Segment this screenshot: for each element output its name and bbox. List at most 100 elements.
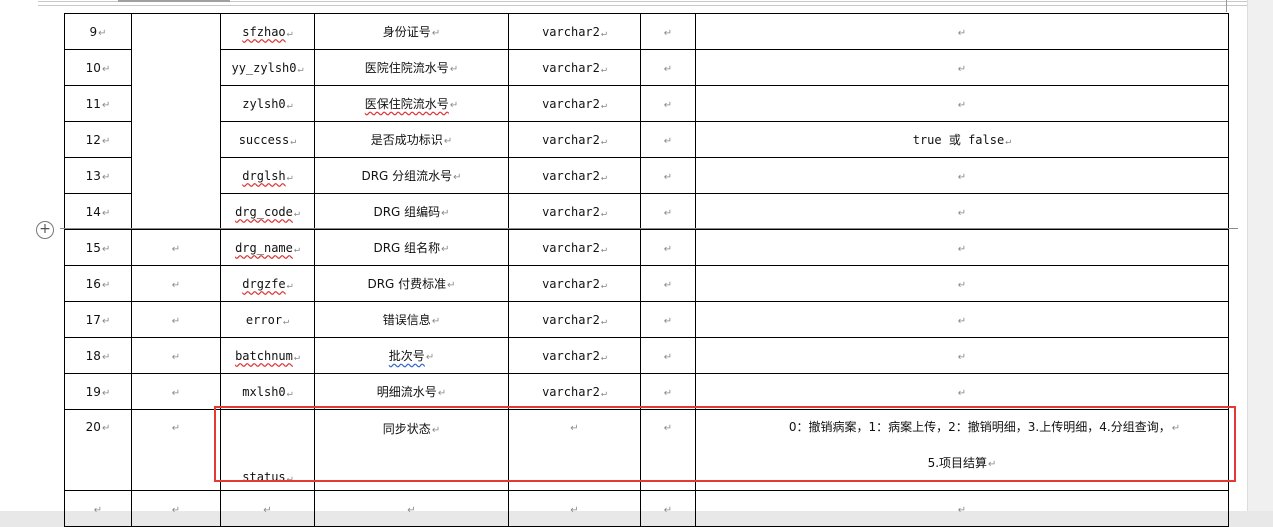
field-code: yy_zylsh0↵ [220,49,315,86]
empty-cell: ↵ [131,265,221,302]
field-desc: 0：撤销病案，1：病案上传，2：撤销明细，3.上传明细，4.分组查询，↵ 5.项… [695,409,1229,491]
row-number: 20↵ [64,409,132,491]
field-type: varchar2↵ [508,265,641,302]
merged-cell [131,13,221,230]
table-row-empty: ↵ ↵ ↵ ↵ ↵ ↵ ↵ [64,490,1229,527]
field-code: drg_name↵ [220,229,315,266]
field-desc: ↵ [695,373,1229,410]
empty-cell: ↵ [64,490,132,527]
row-number: 18↵ [64,337,132,374]
empty-cell: ↵ [131,409,221,491]
empty-cell: ↵ [314,490,509,527]
field-length: ↵ [640,49,696,86]
field-name: 批次号↵ [314,337,509,374]
row-number: 10↵ [64,49,132,86]
row-number: 11↵ [64,85,132,122]
field-code: sfzhao↵ [220,13,315,50]
field-code: mxlsh0↵ [220,373,315,410]
field-desc: ↵ [695,85,1229,122]
empty-cell: ↵ [640,490,696,527]
field-code: drg_code↵ [220,193,315,230]
empty-cell: ↵ [131,229,221,266]
field-name: 医院住院流水号↵ [314,49,509,86]
empty-cell: ↵ [131,301,221,338]
field-type: varchar2↵ [508,337,641,374]
field-code: drglsh↵ [220,157,315,194]
field-desc: ↵ [695,193,1229,230]
field-type: varchar2↵ [508,121,641,158]
empty-cell: ↵ [220,490,315,527]
field-desc: ↵ [695,229,1229,266]
field-desc: ↵ [695,49,1229,86]
field-type: varchar2↵ [508,13,641,50]
field-name: 医保住院流水号↵ [314,85,509,122]
field-length: ↵ [640,337,696,374]
field-desc: ↵ [695,13,1229,50]
field-code: error↵ [220,301,315,338]
row-number: 9↵ [64,13,132,50]
table-split-line [60,228,1238,229]
field-length: ↵ [640,373,696,410]
row-number: 19↵ [64,373,132,410]
field-name: DRG 分组流水号↵ [314,157,509,194]
field-type: varchar2↵ [508,157,641,194]
row-number: 13↵ [64,157,132,194]
row-number: 14↵ [64,193,132,230]
table-row: 11↵ zylsh0↵ 医保住院流水号↵ varchar2↵ ↵ ↵ [64,85,1229,122]
table-row: 14↵ drg_code↵ DRG 组编码↵ varchar2↵ ↵ ↵ [64,193,1229,230]
empty-cell: ↵ [131,490,221,527]
field-desc: true 或 false↵ [695,121,1229,158]
field-length: ↵ [640,301,696,338]
field-desc: ↵ [695,157,1229,194]
field-length: ↵ [640,121,696,158]
row-number: 16↵ [64,265,132,302]
vertical-scrollbar[interactable] [1247,0,1273,511]
field-desc: ↵ [695,301,1229,338]
table-row: 10↵ yy_zylsh0↵ 医院住院流水号↵ varchar2↵ ↵ ↵ [64,49,1229,86]
field-type: varchar2↵ [508,373,641,410]
table-row: 12↵ success↵ 是否成功标识↵ varchar2↵ ↵ true 或 … [64,121,1229,158]
add-row-icon[interactable]: + [36,221,54,239]
margin-marker [1226,0,1227,12]
field-type: ↵ [508,409,641,491]
table-row: 18↵ ↵ batchnum↵ 批次号↵ varchar2↵ ↵ ↵ [64,337,1229,374]
empty-cell: ↵ [131,337,221,374]
field-name: 身份证号↵ [314,13,509,50]
table-row: 9↵ sfzhao↵ 身份证号↵ varchar2↵ ↵ ↵ [64,13,1229,230]
table-row: 13↵ drglsh↵ DRG 分组流水号↵ varchar2↵ ↵ ↵ [64,157,1229,194]
field-length: ↵ [640,265,696,302]
field-code: drgzfe↵ [220,265,315,302]
field-type: varchar2↵ [508,229,641,266]
field-name: 同步状态↵ [314,409,509,491]
field-length: ↵ [640,85,696,122]
row-number: 15↵ [64,229,132,266]
field-name: 是否成功标识↵ [314,121,509,158]
document-page: 9↵ sfzhao↵ 身份证号↵ varchar2↵ ↵ ↵ 10↵ yy_zy… [0,0,1248,527]
field-name: DRG 付费标准↵ [314,265,509,302]
table-row: 17↵ ↵ error↵ 错误信息↵ varchar2↵ ↵ ↵ [64,301,1229,338]
field-type: varchar2↵ [508,301,641,338]
empty-cell: ↵ [131,373,221,410]
field-length: ↵ [640,13,696,50]
row-number: 17↵ [64,301,132,338]
field-length: ↵ [640,229,696,266]
field-type: varchar2↵ [508,193,641,230]
header-rule-2 [38,5,1248,6]
field-length: ↵ [640,409,696,491]
field-name: DRG 组名称↵ [314,229,509,266]
field-name: DRG 组编码↵ [314,193,509,230]
field-name: 错误信息↵ [314,301,509,338]
table-row: 15↵ ↵ drg_name↵ DRG 组名称↵ varchar2↵ ↵ ↵ [64,229,1229,266]
field-code: batchnum↵ [220,337,315,374]
field-code: success↵ [220,121,315,158]
empty-cell: ↵ [508,490,641,527]
field-length: ↵ [640,193,696,230]
field-desc: ↵ [695,337,1229,374]
field-desc: ↵ [695,265,1229,302]
tab-marker [118,0,230,2]
field-code: status↵ [220,409,315,491]
field-name: 明细流水号↵ [314,373,509,410]
table-row: 16↵ ↵ drgzfe↵ DRG 付费标准↵ varchar2↵ ↵ ↵ [64,265,1229,302]
table-row-status: 20↵ ↵ status↵ 同步状态↵ ↵ ↵ 0：撤销病案，1：病案上传，2：… [64,409,1229,491]
field-definition-table: 9↵ sfzhao↵ 身份证号↵ varchar2↵ ↵ ↵ 10↵ yy_zy… [64,13,1229,527]
